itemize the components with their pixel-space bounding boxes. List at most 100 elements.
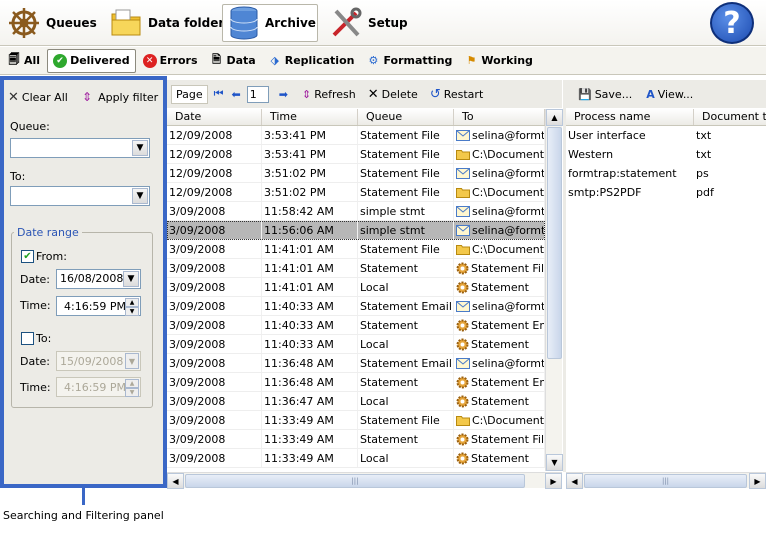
nav-setup[interactable]: Setup — [324, 4, 414, 42]
table-row[interactable]: 3/09/2008 11:40:33 AM Statement Email selin… — [167, 297, 545, 316]
table-vertical-scrollbar[interactable]: ▲ ▼ — [545, 109, 563, 471]
cell-to-text: selina@formtr. — [472, 166, 545, 180]
table-row[interactable]: 12/09/2008 3:53:41 PM Statement File selina… — [167, 126, 545, 145]
table-row[interactable]: 3/09/2008 11:41:01 AM Statement Statement F… — [167, 259, 545, 278]
save-button[interactable]: 💾 Save... — [574, 83, 636, 105]
column-header-document-type[interactable]: Document ty — [694, 109, 766, 125]
table-horizontal-scrollbar[interactable]: ◀ ||| ▶ — [167, 472, 562, 489]
nav-queues[interactable]: Queues — [2, 4, 103, 42]
column-header-time[interactable]: Time — [262, 109, 358, 125]
to-date-checkbox[interactable] — [21, 332, 34, 345]
scroll-right-icon[interactable]: ▶ — [545, 473, 562, 489]
nav-data-folders-label: Data folders — [148, 16, 232, 30]
scroll-down-icon[interactable]: ▼ — [546, 454, 563, 471]
table-row[interactable]: 3/09/2008 11:41:01 AM Statement File C:\Doc… — [167, 240, 545, 259]
column-header-to[interactable]: To — [454, 109, 545, 125]
cell-to: C:\Document... — [454, 183, 545, 201]
page-number-input[interactable]: 1 — [246, 85, 269, 103]
queue-select[interactable]: ▼ — [10, 138, 150, 158]
apply-filter-button[interactable]: ⇕ Apply filter — [82, 86, 158, 108]
cell-queue: Statement File — [358, 145, 454, 163]
process-row[interactable]: Western txt — [566, 145, 766, 164]
table-row[interactable]: 3/09/2008 11:40:33 AM Statement Statement E… — [167, 316, 545, 335]
table-row[interactable]: 3/09/2008 11:36:47 AM Local Statement — [167, 392, 545, 411]
gear-icon — [456, 281, 469, 294]
process-row[interactable]: User interface txt — [566, 126, 766, 145]
table-row[interactable]: 3/09/2008 11:36:48 AM Statement Email selin… — [167, 354, 545, 373]
cell-queue: Local — [358, 392, 454, 410]
next-page-button[interactable]: ➡ — [273, 83, 294, 105]
delete-button[interactable]: ✕ Delete — [364, 83, 422, 105]
table-row[interactable]: 12/09/2008 3:53:41 PM Statement File C:\Doc… — [167, 145, 545, 164]
column-header-queue[interactable]: Queue — [358, 109, 454, 125]
table-row[interactable]: 3/09/2008 11:40:33 AM Local Statement — [167, 335, 545, 354]
prev-page-button[interactable]: ⬅ — [230, 83, 243, 105]
from-time-stepper[interactable]: 4:16:59 PM ▲ ▼ — [56, 296, 141, 316]
spin-up-icon[interactable]: ▲ — [125, 298, 139, 307]
cell-to-text: C:\Document... — [472, 413, 545, 427]
scroll-left-icon[interactable]: ◀ — [167, 473, 184, 489]
cell-to-text: selina@formtr. — [472, 128, 545, 142]
view-label: View... — [657, 87, 694, 101]
tab-errors[interactable]: ✕ Errors — [138, 49, 203, 73]
table-row[interactable]: 12/09/2008 3:51:02 PM Statement File selina… — [167, 164, 545, 183]
table-row[interactable]: 3/09/2008 11:33:49 AM Statement File C:\Doc… — [167, 411, 545, 430]
cell-date: 12/09/2008 — [167, 183, 262, 201]
scroll-thumb[interactable] — [547, 127, 562, 359]
table-row[interactable]: 3/09/2008 11:58:42 AM simple stmt selina@fo… — [167, 202, 545, 221]
refresh-button[interactable]: ⇕ Refresh — [298, 83, 360, 105]
scroll-thumb[interactable]: ||| — [185, 474, 525, 488]
from-label: From: — [36, 250, 67, 263]
chevron-down-icon[interactable]: ▼ — [123, 271, 139, 287]
tab-delivered[interactable]: ✔ Delivered — [47, 48, 136, 73]
nav-setup-label: Setup — [368, 16, 408, 30]
scroll-right-icon[interactable]: ▶ — [749, 473, 766, 489]
from-date-picker[interactable]: 16/08/2008 ▼ — [56, 269, 141, 289]
tab-replication-label: Replication — [284, 54, 355, 67]
cell-date: 3/09/2008 — [167, 297, 262, 315]
flag-icon: ⚑ — [466, 54, 477, 67]
cell-date: 3/09/2008 — [167, 202, 262, 220]
process-row[interactable]: smtp:PS2PDF pdf — [566, 183, 766, 202]
cell-time: 11:40:33 AM — [262, 335, 358, 353]
cell-time: 11:36:47 AM — [262, 392, 358, 410]
restart-icon: ↺ — [429, 86, 441, 102]
to-select[interactable]: ▼ — [10, 186, 150, 206]
process-row[interactable]: formtrap:statement ps — [566, 164, 766, 183]
scroll-thumb[interactable]: ||| — [584, 474, 747, 488]
cell-time: 11:41:01 AM — [262, 240, 358, 258]
table-row[interactable]: 3/09/2008 11:41:01 AM Local Statement — [167, 278, 545, 297]
chevron-down-icon[interactable]: ▼ — [132, 140, 148, 156]
tab-data[interactable]: 🗎 Data — [205, 49, 261, 73]
tab-replication[interactable]: ⬗ Replication — [263, 49, 360, 73]
restart-button[interactable]: ↺ Restart — [426, 83, 487, 105]
table-row[interactable]: 3/09/2008 11:56:06 AM simple stmt selina@fo… — [167, 221, 545, 240]
scroll-left-icon[interactable]: ◀ — [566, 473, 583, 489]
clear-all-button[interactable]: ✕ Clear All — [8, 86, 68, 108]
table-row[interactable]: 3/09/2008 11:33:49 AM Statement Statement F… — [167, 430, 545, 449]
view-button[interactable]: A View... — [642, 83, 697, 105]
detail-horizontal-scrollbar[interactable]: ◀ ||| ▶ — [566, 472, 766, 489]
spin-down-icon[interactable]: ▼ — [125, 307, 139, 316]
gear-icon — [456, 338, 469, 351]
first-page-button[interactable]: ⏮ — [212, 83, 226, 105]
column-header-date[interactable]: Date — [167, 109, 262, 125]
scroll-up-icon[interactable]: ▲ — [546, 109, 563, 126]
from-checkbox[interactable]: ✔ — [21, 250, 34, 263]
tab-working[interactable]: ⚑ Working — [459, 49, 538, 73]
gear-icon — [456, 319, 469, 332]
cell-process-name: Western — [568, 148, 614, 161]
tab-formatting[interactable]: ⚙ Formatting — [361, 49, 457, 73]
table-row[interactable]: 3/09/2008 11:36:48 AM Statement Statement E… — [167, 373, 545, 392]
help-button[interactable]: ? — [710, 2, 754, 44]
spin-buttons: ▲ ▼ — [125, 298, 139, 316]
nav-data-folders[interactable]: Data folders — [104, 4, 237, 42]
table-row[interactable]: 3/09/2008 11:33:49 AM Local Statement — [167, 449, 545, 468]
tab-all[interactable]: 🗐 All — [2, 49, 45, 73]
from-time-label: Time: — [20, 299, 51, 312]
callout-line — [82, 487, 85, 505]
column-header-process-name[interactable]: Process name — [566, 109, 694, 125]
table-row[interactable]: 12/09/2008 3:51:02 PM Statement File C:\Doc… — [167, 183, 545, 202]
nav-archive[interactable]: Archive — [222, 4, 318, 42]
chevron-down-icon[interactable]: ▼ — [132, 188, 148, 204]
